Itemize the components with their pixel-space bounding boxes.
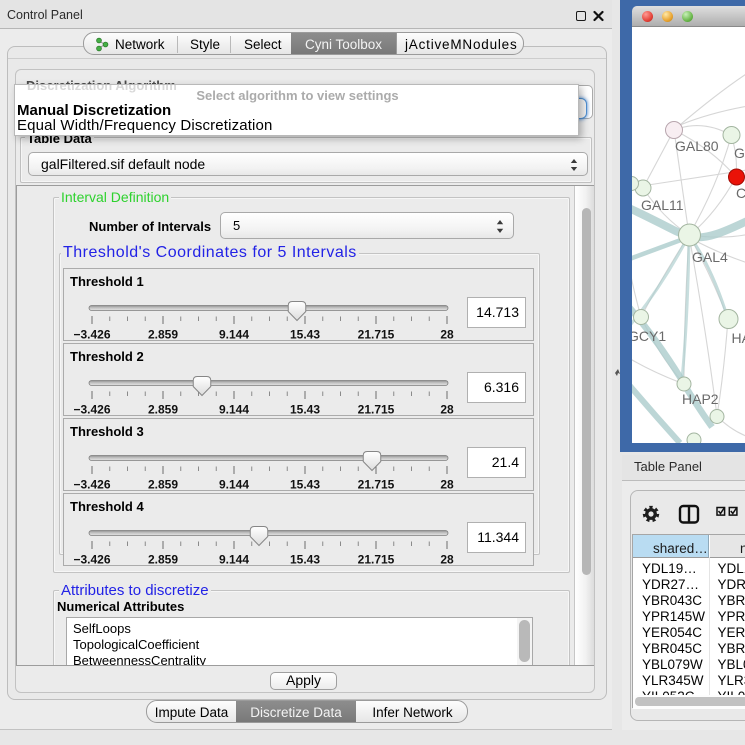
svg-text:15.43: 15.43 [290, 478, 320, 492]
svg-text:9.144: 9.144 [219, 478, 249, 492]
svg-text:2.859: 2.859 [148, 478, 178, 492]
svg-text:−3.426: −3.426 [73, 553, 110, 567]
svg-text:−3.426: −3.426 [73, 328, 110, 342]
svg-text:15.43: 15.43 [290, 553, 320, 567]
svg-text:GAL80: GAL80 [675, 138, 719, 154]
svg-text:GA: GA [734, 145, 745, 161]
svg-text:CA: CA [736, 185, 745, 201]
svg-text:HA: HA [732, 330, 745, 346]
svg-text:HAP2: HAP2 [682, 391, 719, 407]
svg-text:15.43: 15.43 [290, 328, 320, 342]
svg-text:28: 28 [440, 328, 454, 342]
svg-text:2.859: 2.859 [148, 553, 178, 567]
svg-text:2.859: 2.859 [148, 328, 178, 342]
svg-text:2.859: 2.859 [148, 403, 178, 417]
svg-text:21.715: 21.715 [358, 478, 395, 492]
svg-text:28: 28 [440, 478, 454, 492]
svg-text:21.715: 21.715 [358, 328, 395, 342]
svg-text:21.715: 21.715 [358, 553, 395, 567]
svg-text:−3.426: −3.426 [73, 478, 110, 492]
svg-text:9.144: 9.144 [219, 328, 249, 342]
svg-text:15.43: 15.43 [290, 403, 320, 417]
svg-text:GAL11: GAL11 [641, 197, 684, 213]
svg-text:28: 28 [440, 403, 454, 417]
svg-text:−3.426: −3.426 [73, 403, 110, 417]
svg-text:28: 28 [440, 553, 454, 567]
svg-text:21.715: 21.715 [358, 403, 395, 417]
svg-text:GCY1: GCY1 [632, 328, 666, 344]
svg-text:9.144: 9.144 [219, 403, 249, 417]
svg-text:9.144: 9.144 [219, 553, 249, 567]
svg-text:GAL4: GAL4 [692, 249, 728, 265]
